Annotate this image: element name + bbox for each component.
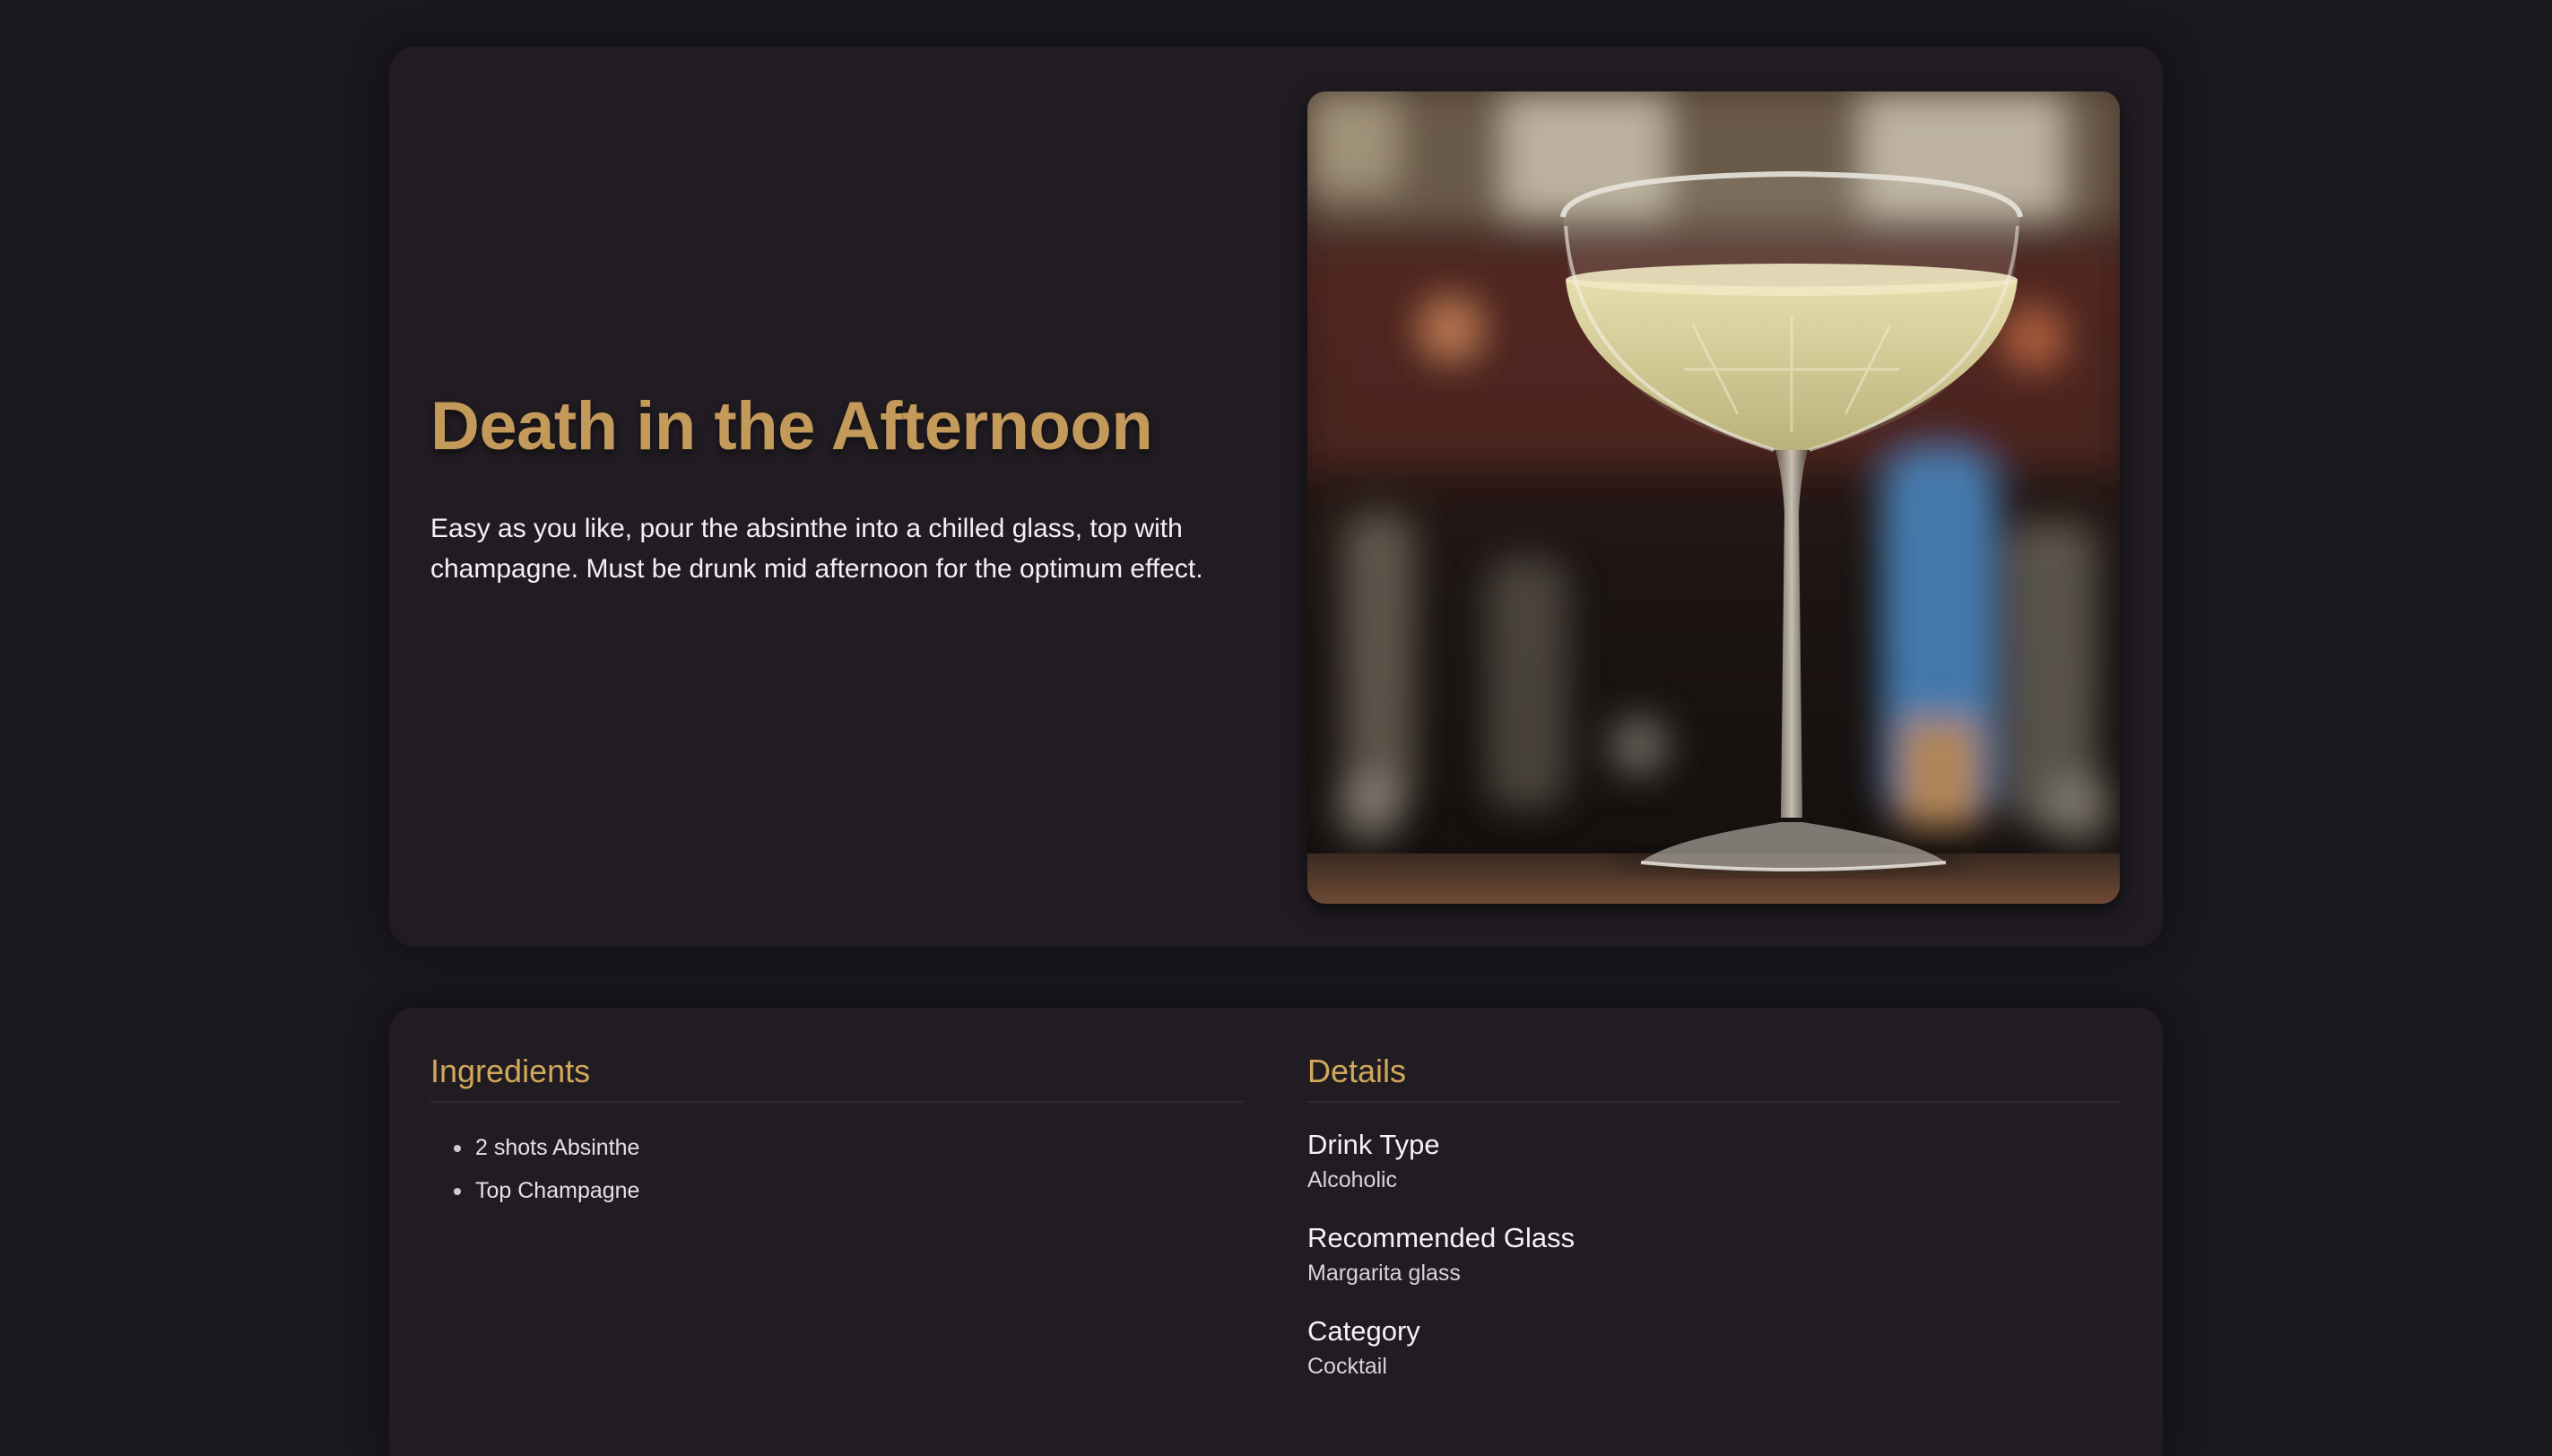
detail-label: Recommended Glass [1307,1222,1575,1253]
detail-value: Cocktail [1307,1354,1387,1379]
info-card: Ingredients 2 shots Absinthe Top Champag… [389,1008,2163,1456]
detail-value: Margarita glass [1307,1261,1461,1286]
cocktail-detail-page: Death in the Afternoon Easy as you like,… [0,0,2552,1456]
ingredients-section: Ingredients 2 shots Absinthe Top Champag… [430,1053,1243,1212]
ingredients-heading: Ingredients [430,1053,1243,1103]
detail-value: Alcoholic [1307,1167,1398,1192]
details-section: Details Drink Type Alcoholic Recommended… [1307,1053,2120,1382]
detail-category: Category Cocktail [1307,1313,2120,1382]
ingredient-item: 2 shots Absinthe [430,1126,1243,1169]
detail-recommended-glass: Recommended Glass Margarita glass [1307,1219,2120,1289]
detail-label: Category [1307,1315,1420,1347]
drink-photo [1307,91,2120,904]
details-heading: Details [1307,1053,2120,1103]
drink-instructions: Easy as you like, pour the absinthe into… [430,514,1203,584]
ingredients-list: 2 shots Absinthe Top Champagne [430,1126,1243,1212]
detail-drink-type: Drink Type Alcoholic [1307,1126,2120,1196]
detail-label: Drink Type [1307,1129,1440,1160]
hero-card: Death in the Afternoon Easy as you like,… [389,47,2163,947]
drink-title: Death in the Afternoon [430,388,1153,464]
hero-text: Death in the Afternoon Easy as you like,… [430,387,1237,589]
ingredient-item: Top Champagne [430,1169,1243,1212]
